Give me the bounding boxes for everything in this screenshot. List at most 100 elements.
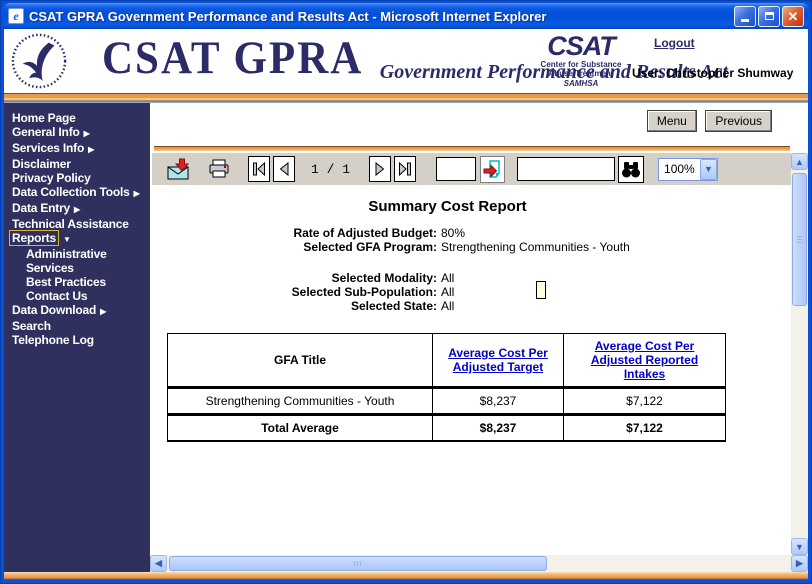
scroll-right-button[interactable]: ▶ bbox=[791, 555, 808, 572]
report-params: Rate of Adjusted Budget:80%Selected GFA … bbox=[150, 226, 791, 313]
chevron-right-icon: ▶ bbox=[84, 129, 90, 138]
last-page-icon bbox=[398, 162, 412, 176]
footer-bar bbox=[4, 572, 808, 580]
sidebar-item-home-page[interactable]: Home Page bbox=[4, 111, 150, 125]
sidebar-item-label: Reports bbox=[9, 230, 59, 246]
csat-logo: CSAT Center for Substance Abuse Treatmen… bbox=[540, 33, 622, 89]
browser-window: e CSAT GPRA Government Performance and R… bbox=[0, 0, 812, 584]
content-area: Menu Previous bbox=[150, 103, 808, 572]
horizontal-scrollbar[interactable]: ◀ ▶ bbox=[150, 555, 808, 572]
horizontal-scroll-thumb[interactable] bbox=[169, 556, 547, 571]
sidebar-item-label: Services Info bbox=[12, 141, 84, 155]
csat-logo-line2: Abuse Treatment bbox=[540, 69, 622, 78]
sort-link-average-cost-per-adjusted-target[interactable]: Average Cost Per Adjusted Target bbox=[448, 346, 548, 374]
zoom-select[interactable]: 100% ▼ bbox=[658, 158, 718, 181]
report-page: Summary Cost Report Rate of Adjusted Bud… bbox=[150, 185, 791, 555]
sidebar-item-services-info[interactable]: Services Info▶ bbox=[4, 141, 150, 157]
sidebar-item-best-practices[interactable]: Best Practices bbox=[4, 275, 150, 289]
export-icon[interactable] bbox=[166, 156, 192, 182]
param-label: Selected GFA Program: bbox=[150, 240, 437, 254]
previous-button[interactable]: Previous bbox=[705, 110, 772, 132]
sidebar-item-reports[interactable]: Reports ▼ bbox=[4, 231, 150, 247]
goto-page-button[interactable] bbox=[480, 156, 505, 183]
sidebar-item-search[interactable]: Search bbox=[4, 319, 150, 333]
scroll-down-button[interactable]: ▼ bbox=[791, 538, 808, 555]
close-icon: ✕ bbox=[788, 10, 799, 23]
logged-in-user: User: Christopher Shumway bbox=[632, 66, 804, 80]
minimize-button[interactable] bbox=[734, 6, 756, 27]
sidebar-item-services[interactable]: Services bbox=[4, 261, 150, 275]
sidebar-item-telephone-log[interactable]: Telephone Log bbox=[4, 333, 150, 347]
sidebar-item-technical-assistance[interactable]: Technical Assistance bbox=[4, 217, 150, 231]
page-nav-buttons: Menu Previous bbox=[643, 110, 772, 132]
sidebar-item-general-info[interactable]: General Info ▶ bbox=[4, 125, 150, 141]
print-icon[interactable] bbox=[206, 156, 232, 182]
sidebar-item-disclaimer[interactable]: Disclaimer bbox=[4, 157, 150, 171]
report-viewer-toolbar: 1 / 1 bbox=[152, 153, 791, 185]
sidebar-item-label: Search bbox=[12, 319, 51, 333]
logout-link[interactable]: Logout bbox=[654, 36, 695, 50]
param-label: Rate of Adjusted Budget: bbox=[150, 226, 437, 240]
first-page-button[interactable] bbox=[248, 156, 270, 182]
sidebar-item-label: Technical Assistance bbox=[12, 217, 129, 231]
first-page-icon bbox=[252, 162, 266, 176]
report-table-body: Strengthening Communities - Youth$8,237$… bbox=[168, 388, 726, 441]
param-value: Strengthening Communities - Youth bbox=[441, 240, 656, 254]
vertical-scrollbar[interactable]: ▲ ▼ bbox=[791, 153, 808, 555]
sidebar-item-label: Services bbox=[26, 261, 74, 275]
table-cell: Total Average bbox=[168, 415, 433, 441]
main-area: Home PageGeneral Info▶Services Info▶Disc… bbox=[4, 103, 808, 572]
sort-link-average-cost-per-adjusted-reported-intakes[interactable]: Average Cost Per Adjusted Reported Intak… bbox=[591, 339, 698, 381]
table-cell: Strengthening Communities - Youth bbox=[168, 388, 433, 415]
table-header-gfa-title: GFA Title bbox=[168, 334, 433, 388]
next-page-button[interactable] bbox=[369, 156, 391, 182]
next-page-icon bbox=[374, 162, 386, 176]
page-indicator: 1 / 1 bbox=[311, 162, 350, 177]
vertical-scroll-thumb[interactable] bbox=[792, 173, 807, 306]
table-cell: $7,122 bbox=[564, 415, 726, 441]
sidebar-item-label: Data Download bbox=[12, 303, 96, 317]
hhs-eagle-logo bbox=[10, 32, 68, 95]
prev-page-button[interactable] bbox=[273, 156, 295, 182]
report-param-rate-of-adjusted-budget: Rate of Adjusted Budget:80% bbox=[150, 226, 791, 240]
title-bar: e CSAT GPRA Government Performance and R… bbox=[3, 3, 809, 29]
report-param-selected-gfa-program: Selected GFA Program: Strengthening Commu… bbox=[150, 240, 791, 254]
scroll-up-button[interactable]: ▲ bbox=[791, 153, 808, 170]
sidebar-item-label: Best Practices bbox=[26, 275, 106, 289]
table-row: Strengthening Communities - Youth$8,237$… bbox=[168, 388, 726, 415]
prev-page-icon bbox=[278, 162, 290, 176]
maximize-button[interactable] bbox=[758, 6, 780, 27]
sidebar-item-data-download[interactable]: Data Download▶ bbox=[4, 303, 150, 319]
goto-page-icon bbox=[483, 159, 503, 179]
search-button[interactable] bbox=[618, 156, 644, 183]
table-cell: $7,122 bbox=[564, 388, 726, 415]
scroll-left-button[interactable]: ◀ bbox=[150, 555, 167, 572]
sidebar-item-contact-us[interactable]: Contact Us bbox=[4, 289, 150, 303]
sidebar-item-data-collection-tools[interactable]: Data Collection Tools▶ bbox=[4, 185, 150, 201]
table-total-row: Total Average$8,237$7,122 bbox=[168, 415, 726, 441]
sidebar-item-data-entry[interactable]: Data Entry▶ bbox=[4, 201, 150, 217]
header: CSAT GPRA Government Performance and Res… bbox=[4, 29, 808, 93]
goto-page-input[interactable] bbox=[436, 157, 476, 181]
ie-document-icon: e bbox=[8, 8, 24, 24]
minimize-icon bbox=[741, 19, 749, 22]
report-param-selected-sub-population: Selected Sub-Population:All bbox=[150, 285, 791, 299]
page: CSAT GPRA Government Performance and Res… bbox=[4, 29, 808, 580]
sidebar: Home PageGeneral Info ▶ Services Info▶Disc… bbox=[4, 103, 150, 572]
sidebar-item-administrative[interactable]: Administrative bbox=[4, 247, 150, 261]
close-button[interactable]: ✕ bbox=[782, 6, 804, 27]
header-divider-bar bbox=[4, 93, 808, 103]
sidebar-item-label: Home Page bbox=[12, 111, 76, 125]
param-value: All bbox=[441, 271, 656, 285]
sidebar-item-label: Data Entry bbox=[12, 201, 70, 215]
chevron-down-icon: ▼ bbox=[63, 235, 71, 244]
last-page-button[interactable] bbox=[394, 156, 416, 182]
sidebar-item-label: General Info bbox=[12, 125, 80, 139]
report-param-selected-state: Selected State:All bbox=[150, 299, 791, 313]
sidebar-item-label: Telephone Log bbox=[12, 333, 94, 347]
sidebar-item-privacy-policy[interactable]: Privacy Policy bbox=[4, 171, 150, 185]
tooltip-artifact-box bbox=[536, 281, 546, 299]
menu-button[interactable]: Menu bbox=[647, 110, 697, 132]
search-text-input[interactable] bbox=[517, 157, 615, 181]
sidebar-item-label: Contact Us bbox=[26, 289, 87, 303]
